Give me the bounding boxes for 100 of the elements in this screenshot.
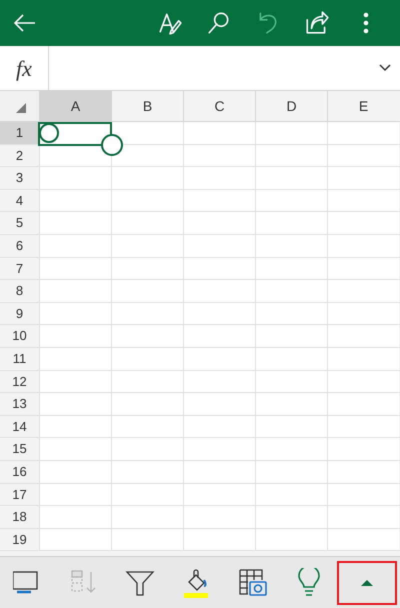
grid-cell[interactable] [327,234,399,257]
grid-cell[interactable] [183,484,255,506]
grid-cell[interactable] [39,506,111,528]
grid-cell[interactable] [255,190,327,212]
grid-cell[interactable] [111,302,183,324]
table-camera-icon [238,568,268,598]
grid-cell[interactable] [183,393,255,415]
grid-cell[interactable] [183,144,255,166]
grid-cell[interactable] [183,212,255,234]
grid-cell[interactable] [327,370,399,392]
caret-up-icon [360,578,374,586]
grid-cell[interactable] [327,258,399,280]
grid-cell[interactable] [39,302,111,324]
chevron-down-icon [379,64,391,72]
grid-cell[interactable] [111,416,183,438]
grid-cell[interactable] [327,348,399,370]
grid-cell[interactable] [39,484,111,506]
grid-cell[interactable] [327,122,399,144]
grid-cell[interactable] [111,258,183,280]
grid-cell[interactable] [255,280,327,302]
grid-cell[interactable] [183,506,255,528]
grid-cell[interactable] [255,460,327,482]
grid-cell[interactable] [183,460,255,482]
grid-cell[interactable] [111,528,183,550]
grid-cell[interactable] [111,122,183,144]
grid-cell[interactable] [327,190,399,212]
grid-cell[interactable] [255,370,327,392]
grid-cell[interactable] [39,438,111,460]
grid-cell[interactable] [111,348,183,370]
grid-cell[interactable] [327,144,399,166]
grid-cell[interactable] [255,122,327,144]
grid-cell[interactable] [327,325,399,347]
grid-cell[interactable] [327,212,399,234]
grid-cell[interactable] [255,393,327,415]
grid-cell[interactable] [255,325,327,347]
grid-cell[interactable] [39,393,111,415]
grid-cell[interactable] [39,234,111,257]
corner-triangle-icon [16,103,26,113]
grid-cell[interactable] [183,416,255,438]
grid-cell[interactable] [39,167,111,189]
grid-cell[interactable] [39,416,111,438]
grid-cell[interactable] [39,258,111,280]
expand-button[interactable] [336,560,397,604]
function-label[interactable]: fx [16,52,32,84]
grid-cell[interactable] [111,370,183,392]
grid-cell[interactable] [111,234,183,257]
grid-cell[interactable] [327,528,399,550]
grid-cell[interactable] [327,302,399,324]
grid-cell[interactable] [255,212,327,234]
grid-cell[interactable] [327,506,399,528]
grid-cell[interactable] [111,484,183,506]
grid-cell[interactable] [255,167,327,189]
grid-cell[interactable] [111,506,183,528]
grid-cell[interactable] [111,393,183,415]
grid-cell[interactable] [183,348,255,370]
grid-cell[interactable] [255,484,327,506]
grid-cell[interactable] [183,370,255,392]
grid-cell[interactable] [327,393,399,415]
grid-cell[interactable] [39,325,111,347]
grid-cell[interactable] [327,167,399,189]
grid-cell[interactable] [183,325,255,347]
grid-cell[interactable] [183,280,255,302]
grid-cell[interactable] [39,212,111,234]
grid-cell[interactable] [327,416,399,438]
grid-cell[interactable] [111,280,183,302]
grid-cell[interactable] [39,190,111,212]
grid-cell[interactable] [39,460,111,482]
grid-cell[interactable] [183,234,255,257]
grid-cell[interactable] [327,438,399,460]
grid-cell[interactable] [255,348,327,370]
grid-cell[interactable] [183,438,255,460]
grid-cell[interactable] [39,528,111,550]
grid-cell[interactable] [327,460,399,482]
grid-cell[interactable] [255,416,327,438]
grid-cell[interactable] [255,438,327,460]
grid-cell[interactable] [255,144,327,166]
grid-cell[interactable] [39,280,111,302]
grid-cell[interactable] [255,506,327,528]
grid-cell[interactable] [327,280,399,302]
grid-cell[interactable] [111,325,183,347]
column-header[interactable]: A [39,91,111,121]
grid-cell[interactable] [183,302,255,324]
row-header[interactable]: 1 [0,122,39,144]
grid-cell[interactable] [111,438,183,460]
grid-cell[interactable] [255,234,327,257]
grid-cell[interactable] [327,484,399,506]
grid-cell[interactable] [255,302,327,324]
grid-cell[interactable] [255,528,327,550]
grid-cell[interactable] [183,122,255,144]
grid-cell[interactable] [111,167,183,189]
grid-cell[interactable] [183,528,255,550]
grid-cell[interactable] [39,348,111,370]
grid-cell[interactable] [111,460,183,482]
grid-cell[interactable] [111,212,183,234]
grid-cell[interactable] [111,190,183,212]
grid-cell[interactable] [39,370,111,392]
grid-cell[interactable] [183,167,255,189]
grid-cell[interactable] [255,258,327,280]
grid-cell[interactable] [183,258,255,280]
grid-cell[interactable] [183,190,255,212]
